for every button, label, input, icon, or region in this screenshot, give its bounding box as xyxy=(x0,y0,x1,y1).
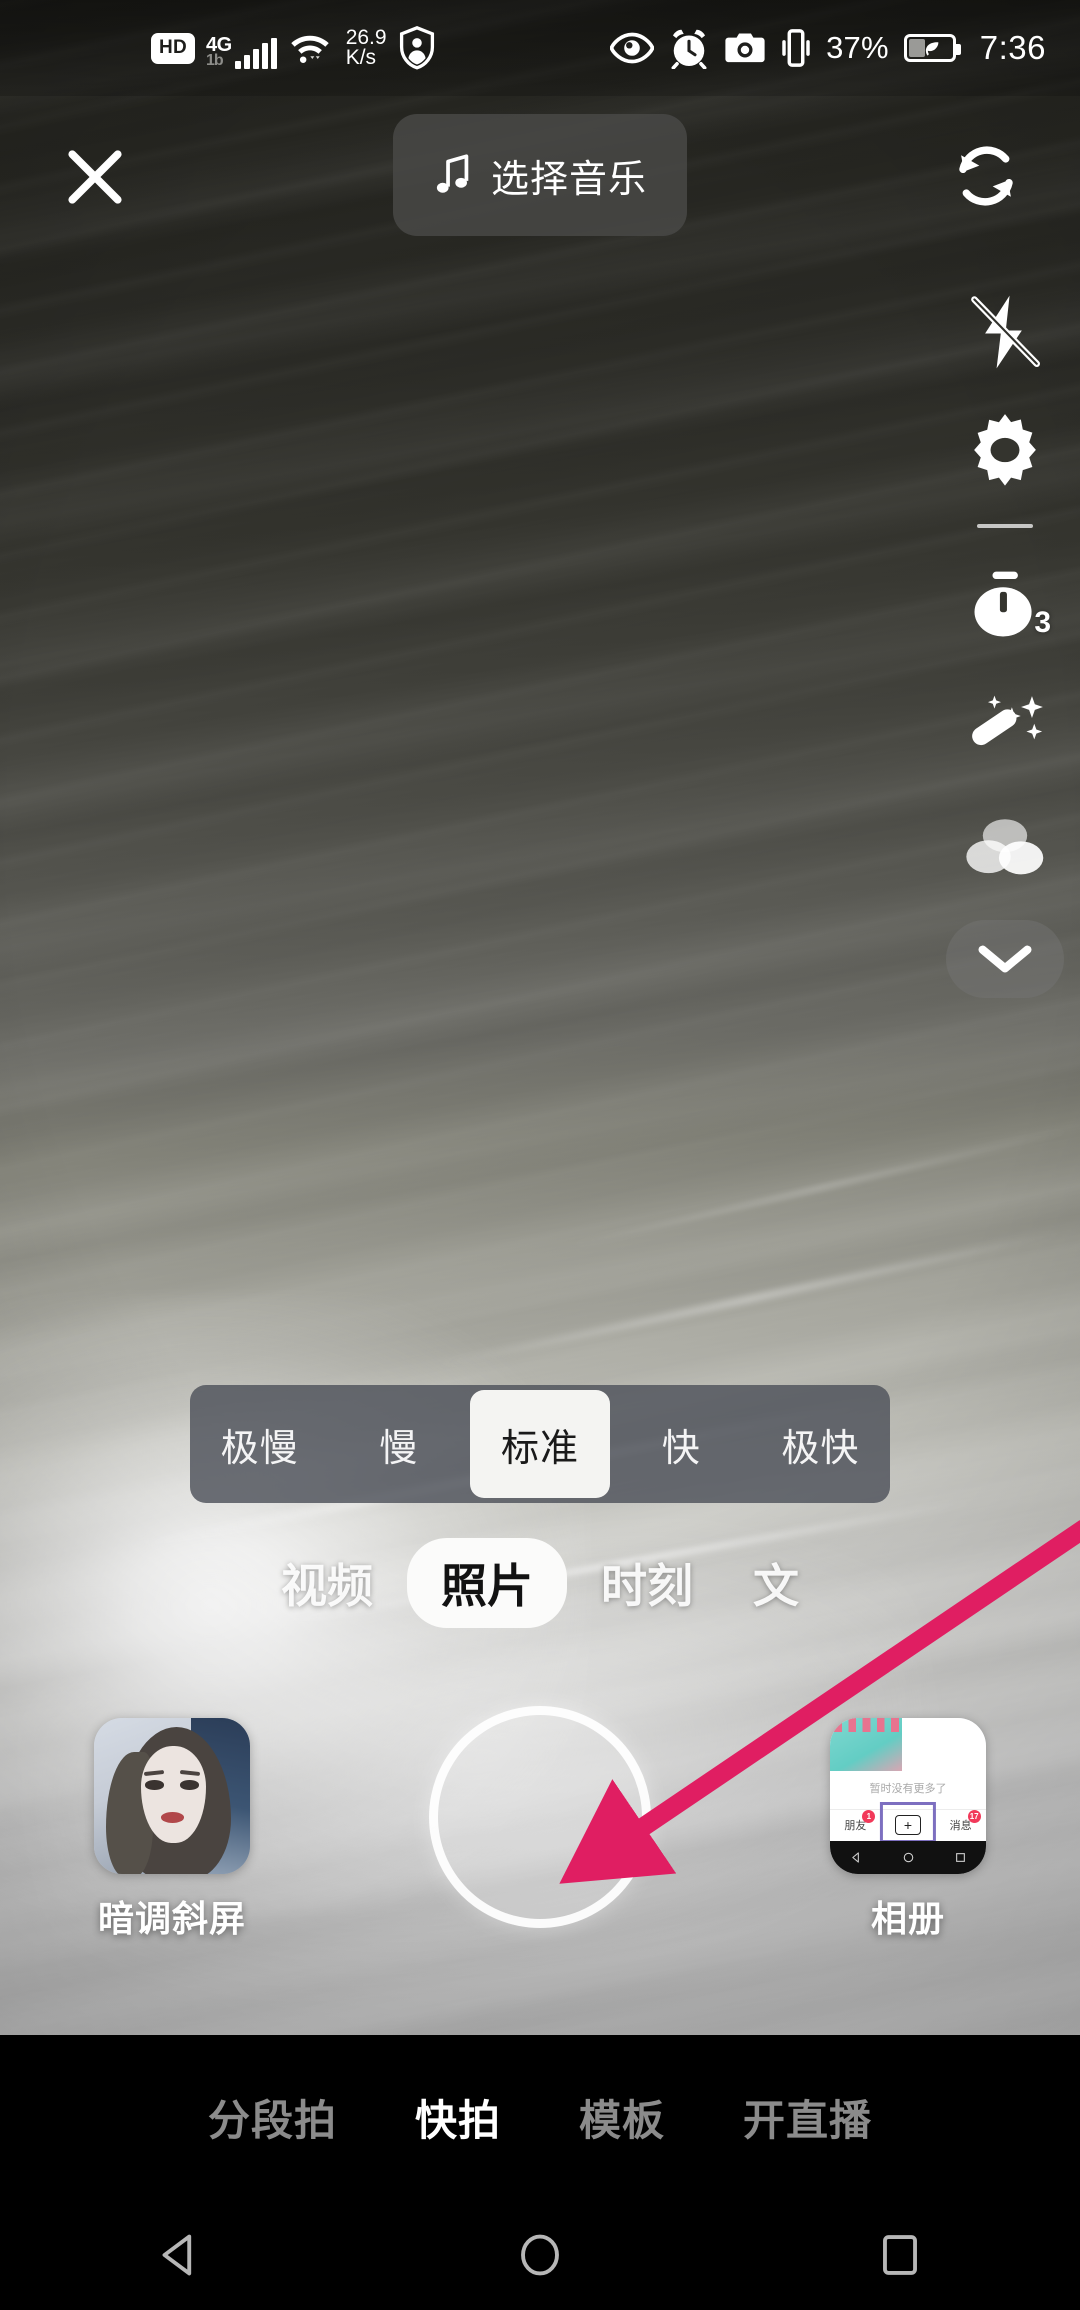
network-type-group: 4G 1b xyxy=(206,35,232,69)
tab-text[interactable]: 文 xyxy=(727,1538,825,1628)
album-preview-home-icon xyxy=(903,1852,913,1863)
nav-go-live[interactable]: 开直播 xyxy=(743,2087,872,2148)
close-button[interactable] xyxy=(52,134,138,220)
album-button[interactable]: 暂时没有更多了 朋友 1 + 消息 17 相册 xyxy=(798,1718,1018,1942)
timer-count-badge: 3 xyxy=(1034,606,1051,639)
capture-row: 暗调斜屏 暂时没有更多了 朋友 1 + 消息 17 相册 xyxy=(0,1700,1080,2000)
rail-divider xyxy=(977,524,1033,528)
speed-option-very-slow[interactable]: 极慢 xyxy=(190,1385,329,1503)
home-circle-icon xyxy=(521,2234,559,2276)
nav-template[interactable]: 模板 xyxy=(579,2087,665,2148)
recents-square-icon xyxy=(883,2235,917,2275)
beauty-button[interactable] xyxy=(945,666,1065,786)
shutter-button[interactable] xyxy=(429,1706,651,1928)
camera-tool-rail: 3 xyxy=(930,272,1080,998)
shield-person-icon xyxy=(398,26,436,70)
android-navigation-bar xyxy=(0,2200,1080,2310)
nav-segmented-capture[interactable]: 分段拍 xyxy=(208,2087,337,2148)
speed-option-standard[interactable]: 标准 xyxy=(470,1390,610,1498)
eye-care-icon xyxy=(610,32,655,64)
cellular-signal: 4G 1b xyxy=(206,27,277,69)
select-music-label: 选择音乐 xyxy=(490,158,648,201)
status-bar: HD 4G 1b 26.9 K/s 37% 7:36 xyxy=(0,0,1080,96)
album-preview-note: 暂时没有更多了 xyxy=(869,1783,947,1796)
speed-option-very-fast[interactable]: 极快 xyxy=(751,1385,890,1503)
network-speed-label: 26.9 K/s xyxy=(345,26,387,69)
album-preview-messages-badge: 17 xyxy=(967,1809,981,1823)
album-preview-navbar xyxy=(830,1841,986,1874)
album-preview-recents-icon xyxy=(955,1853,965,1863)
clock-label: 7:36 xyxy=(979,29,1046,66)
wifi-icon xyxy=(288,30,332,66)
speed-option-slow[interactable]: 慢 xyxy=(329,1385,468,1503)
flash-off-button[interactable] xyxy=(945,272,1065,392)
chevron-down-icon xyxy=(978,945,1032,973)
album-preview-messages-label: 消息 xyxy=(949,1819,972,1832)
album-preview-photo xyxy=(830,1718,902,1772)
status-bar-right: 37% 7:36 xyxy=(610,27,1046,69)
settings-gear-icon xyxy=(974,414,1036,486)
flip-camera-icon xyxy=(959,146,1013,206)
capture-mode-tabs: 视频 照片 时刻 文 xyxy=(255,1538,825,1628)
album-preview-highlight-box xyxy=(879,1802,937,1843)
bottom-mode-nav: 分段拍 快拍 模板 开直播 xyxy=(0,2035,1080,2200)
android-recents-button[interactable] xyxy=(830,2200,970,2310)
portrait-photo-thumbnail xyxy=(94,1718,250,1874)
settings-button[interactable] xyxy=(945,392,1065,512)
flip-camera-button[interactable] xyxy=(940,130,1032,222)
battery-percent-label: 37% xyxy=(826,30,889,65)
album-label: 相册 xyxy=(870,1898,945,1939)
portrait-eye-right xyxy=(179,1780,199,1790)
status-bar-left: HD 4G 1b 26.9 K/s xyxy=(151,26,436,70)
speed-selector: 极慢 慢 标准 快 极快 xyxy=(190,1385,890,1503)
top-control-bar: 选择音乐 xyxy=(0,96,1080,266)
album-preview-back-icon xyxy=(851,1852,859,1863)
portrait-eye-left xyxy=(145,1780,165,1790)
back-triangle-icon xyxy=(162,2234,192,2276)
album-preview-tab-friends: 朋友 1 xyxy=(844,1809,876,1833)
alarm-clock-icon xyxy=(669,27,709,69)
close-icon xyxy=(68,150,122,204)
filter-circles-icon xyxy=(966,819,1044,875)
album-preview-friends-badge: 1 xyxy=(862,1809,876,1823)
nav-quick-capture[interactable]: 快拍 xyxy=(415,2087,501,2148)
album-preview-tab-messages: 消息 17 xyxy=(949,1809,981,1833)
flash-off-icon xyxy=(971,295,1041,369)
music-note-icon xyxy=(436,154,469,193)
android-home-button[interactable] xyxy=(470,2200,610,2310)
camera-screenshot-icon xyxy=(724,31,766,65)
gallery-screenshot-thumbnail: 暂时没有更多了 朋友 1 + 消息 17 xyxy=(830,1718,986,1874)
tab-photo[interactable]: 照片 xyxy=(407,1538,567,1628)
network-sub-label: 1b xyxy=(206,52,224,69)
battery-powersave-leaf-icon xyxy=(903,34,961,62)
leaf-glyph xyxy=(925,42,939,56)
camera-capture-screen: HD 4G 1b 26.9 K/s 37% 7:36 选择音乐 3 极慢 慢 标… xyxy=(0,0,1080,2310)
effect-preset-button[interactable]: 暗调斜屏 xyxy=(62,1718,282,1942)
signal-bars-icon xyxy=(234,38,277,69)
effect-preset-label: 暗调斜屏 xyxy=(97,1898,246,1939)
speed-option-fast[interactable]: 快 xyxy=(612,1385,751,1503)
beauty-wand-icon xyxy=(972,695,1043,746)
timer-button[interactable]: 3 xyxy=(945,546,1065,666)
vibrate-icon xyxy=(781,28,811,68)
hd-badge: HD xyxy=(151,32,195,64)
tab-moment[interactable]: 时刻 xyxy=(575,1538,719,1628)
album-preview-friends-label: 朋友 xyxy=(844,1819,867,1832)
collapse-rail-button[interactable] xyxy=(946,920,1064,998)
select-music-button[interactable]: 选择音乐 xyxy=(392,114,688,236)
portrait-lips xyxy=(161,1811,185,1823)
tab-video[interactable]: 视频 xyxy=(255,1538,399,1628)
android-back-button[interactable] xyxy=(110,2200,250,2310)
filter-button[interactable] xyxy=(945,786,1065,906)
